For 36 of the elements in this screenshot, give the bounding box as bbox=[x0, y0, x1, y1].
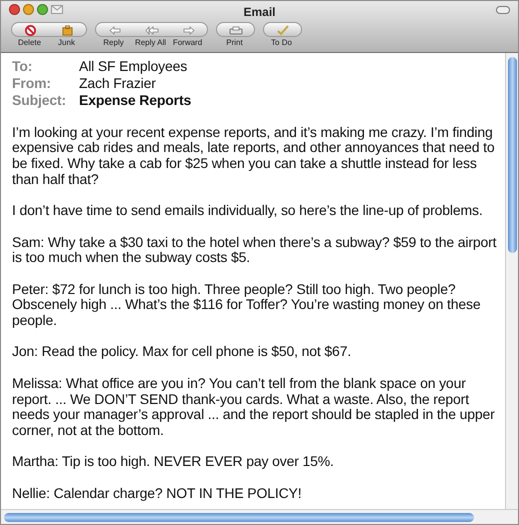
left-arrow-icon bbox=[108, 26, 120, 35]
double-left-arrow-icon bbox=[144, 26, 158, 35]
checkmark-icon bbox=[276, 25, 288, 36]
body-paragraph: Nellie: Calendar charge? NOT IN THE POLICY! bbox=[12, 486, 302, 502]
printer-icon bbox=[228, 26, 242, 36]
toolbar-label[interactable]: Junk bbox=[58, 38, 75, 48]
header-label: From: bbox=[12, 75, 52, 92]
window-control-button[interactable] bbox=[9, 4, 20, 15]
toolbar-toggle-button[interactable] bbox=[496, 6, 510, 14]
body-paragraph: Melissa: What office are you in? You can’t tell from the blank space on your report. ... We DON’T SEND thank-you cards. What a waste. Also, the report needs your manager’s approval ... and the report should be stapled in the upper corner, not at the bottom. bbox=[12, 376, 496, 439]
body-paragraph: Peter: $72 for lunch is too high. Three people? Still too high. Two people? Obscenely high ... What’s the $116 for Toffer? You’re wasting money on these people. bbox=[12, 282, 482, 329]
header-label: Subject: bbox=[12, 92, 68, 109]
window-control-button[interactable] bbox=[23, 4, 34, 15]
horizontal-scrollbar-thumb[interactable] bbox=[4, 513, 474, 522]
toolbar-label[interactable]: To Do bbox=[271, 38, 292, 48]
header-value: Zach Frazier bbox=[79, 75, 156, 92]
toolbar-label[interactable]: Reply bbox=[103, 38, 124, 48]
body-paragraph: I’m looking at your recent expense reports, and it’s making me crazy. I’m finding expensive cab rides and meals, late reports, and other annoyances that need to be fixed. Why take a cab for $25 when you can take a shuttle instead for less than half that? bbox=[12, 124, 496, 188]
toolbar-label[interactable]: Delete bbox=[18, 38, 42, 48]
toolbar-label[interactable]: Print bbox=[226, 38, 243, 48]
window-control-button[interactable] bbox=[37, 4, 48, 15]
body-paragraph: Jon: Read the policy. Max for cell phone is $50, not $67. bbox=[12, 344, 352, 360]
toolbar-label[interactable]: Reply All bbox=[134, 38, 166, 48]
no-entry-icon bbox=[25, 25, 36, 36]
header-value: Expense Reports bbox=[79, 92, 192, 109]
right-arrow-icon bbox=[182, 26, 194, 35]
body-paragraph: Martha: Tip is too high. NEVER EVER pay over 15%. bbox=[12, 454, 335, 470]
body-paragraph: I don’t have time to send emails individually, so here’s the line-up of problems. bbox=[12, 203, 484, 219]
vertical-scrollbar-thumb[interactable] bbox=[508, 57, 517, 253]
window-title: Email bbox=[244, 4, 276, 21]
envelope-icon bbox=[51, 5, 63, 14]
body-paragraph: Sam: Why take a $30 taxi to the hotel when there’s a subway? $59 to the airport is too much when the subway costs $5. bbox=[12, 234, 498, 266]
header-value: All SF Employees bbox=[79, 58, 188, 75]
header-label: To: bbox=[12, 58, 34, 75]
bag-icon bbox=[62, 25, 73, 36]
toolbar-label[interactable]: Forward bbox=[172, 38, 202, 48]
